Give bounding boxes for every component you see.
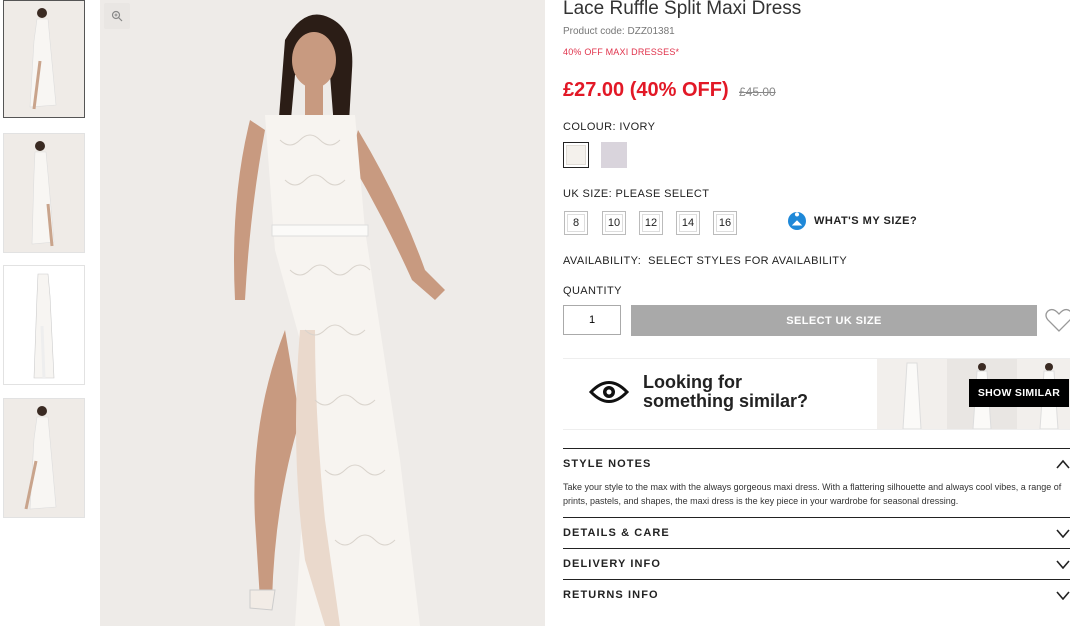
accordion-returns[interactable]: RETURNS INFO (563, 579, 1070, 611)
size-option-12[interactable]: 12 (639, 211, 663, 235)
chevron-down-icon (1056, 560, 1070, 569)
main-product-image[interactable] (100, 0, 545, 626)
similar-line-2: something similar? (643, 391, 809, 411)
size-guide-icon (788, 212, 806, 230)
product-title: Lace Ruffle Split Maxi Dress (563, 0, 802, 19)
thumbnail-3[interactable] (3, 265, 85, 385)
availability-row: AVAILABILITY: SELECT STYLES FOR AVAILABI… (563, 255, 847, 267)
whats-my-size-text: WHAT'S MY SIZE? (814, 215, 918, 227)
quantity-label: QUANTITY (563, 285, 622, 297)
accordion-details-care[interactable]: DETAILS & CARE (563, 517, 1070, 549)
original-price: £45.00 (739, 85, 776, 99)
swatch-ivory[interactable] (563, 142, 589, 168)
chevron-down-icon (1056, 591, 1070, 600)
promo-link[interactable]: 40% OFF MAXI DRESSES* (563, 47, 679, 57)
product-code: Product code: DZZ01381 (563, 26, 675, 37)
thumbnail-1[interactable] (3, 0, 85, 118)
zoom-icon (111, 10, 123, 22)
returns-title: RETURNS INFO (563, 589, 659, 601)
size-value: PLEASE SELECT (615, 188, 710, 200)
swatch-alternate[interactable] (601, 142, 627, 168)
look-similar-banner: Looking for something similar? SHOW SIMI… (563, 358, 1070, 430)
style-notes-text: Take your style to the max with the alwa… (563, 482, 1062, 506)
size-label-text: UK SIZE: (563, 188, 613, 200)
show-similar-button[interactable]: SHOW SIMILAR (969, 379, 1069, 407)
colour-label-text: COLOUR: (563, 121, 616, 133)
add-to-bag-button[interactable]: SELECT UK SIZE (631, 305, 1037, 336)
thumbnail-4[interactable] (3, 398, 85, 518)
sale-price: £27.00 (40% OFF) (563, 79, 729, 101)
delivery-title: DELIVERY INFO (563, 558, 662, 570)
thumbnail-2[interactable] (3, 133, 85, 253)
whats-my-size-link[interactable]: WHAT'S MY SIZE? (788, 212, 917, 230)
size-label: UK SIZE: PLEASE SELECT (563, 188, 709, 200)
quantity-input[interactable] (563, 305, 621, 335)
similar-line-1: Looking for (643, 372, 742, 392)
size-option-8[interactable]: 8 (564, 211, 588, 235)
availability-value: SELECT STYLES FOR AVAILABILITY (648, 255, 848, 267)
colour-value: IVORY (619, 121, 656, 133)
colour-label: COLOUR: IVORY (563, 121, 655, 133)
availability-label: AVAILABILITY: (563, 255, 642, 267)
details-care-title: DETAILS & CARE (563, 527, 670, 539)
style-notes-title: STYLE NOTES (563, 458, 652, 470)
size-option-14[interactable]: 14 (676, 211, 700, 235)
zoom-button[interactable] (104, 3, 130, 29)
eye-icon (589, 381, 629, 403)
chevron-down-icon (1056, 529, 1070, 538)
size-option-10[interactable]: 10 (602, 211, 626, 235)
size-option-16[interactable]: 16 (713, 211, 737, 235)
similar-text: Looking for something similar? (643, 373, 808, 411)
accordion-delivery[interactable]: DELIVERY INFO (563, 548, 1070, 580)
wishlist-heart-icon[interactable] (1044, 305, 1070, 335)
chevron-up-icon (1056, 459, 1070, 469)
